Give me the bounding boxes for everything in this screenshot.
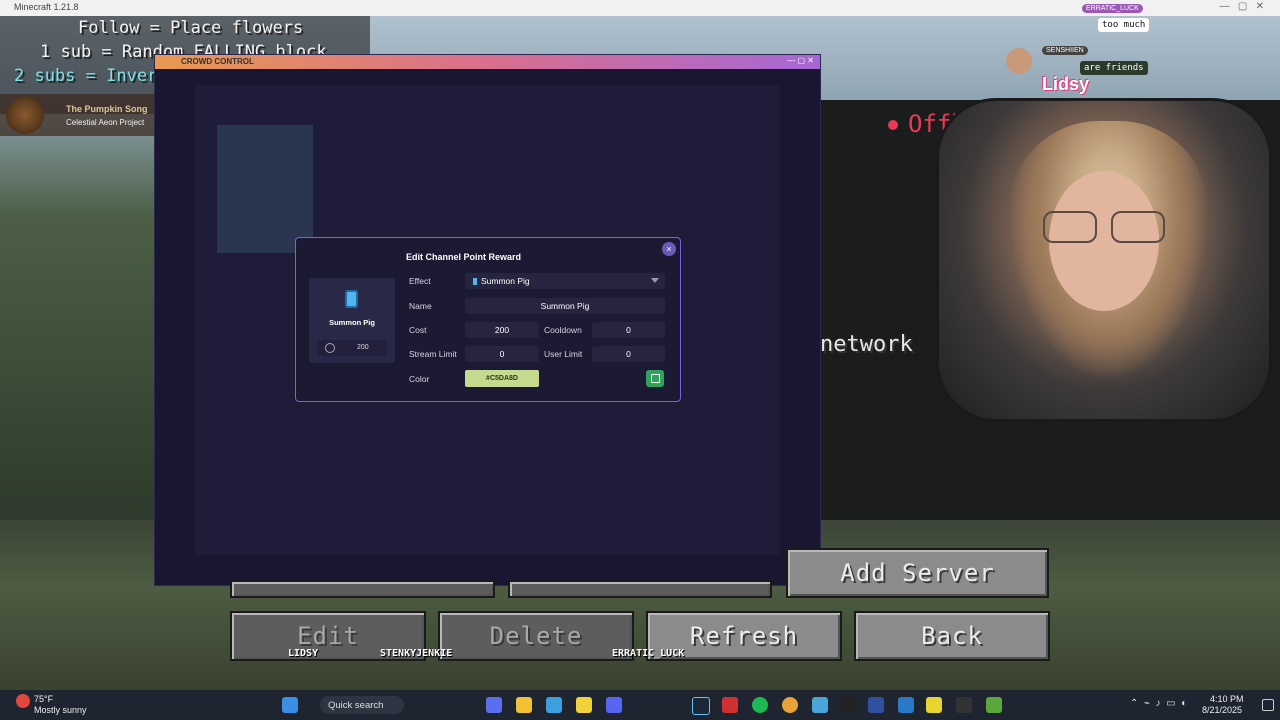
app-icon-red[interactable] <box>722 697 738 713</box>
app-icon-2[interactable] <box>812 697 828 713</box>
hidden-button-1[interactable] <box>230 580 495 598</box>
viewer-tag-1: LIDSY <box>288 648 319 659</box>
cc-window-controls[interactable]: — ▢ ✕ <box>787 56 814 65</box>
now-playing-widget: The Pumpkin Song Celestial Aeon Project <box>0 94 170 136</box>
minecraft-icon[interactable] <box>986 697 1002 713</box>
song-artist: Celestial Aeon Project <box>66 118 145 127</box>
cc-brand: CROWD CONTROL <box>181 57 254 66</box>
stream-limit-input[interactable]: 0 <box>465 346 539 362</box>
modal-title: Edit Channel Point Reward <box>406 252 522 262</box>
status-dot-icon <box>888 120 898 130</box>
effect-icon <box>473 277 477 285</box>
close-icon[interactable]: × <box>662 242 676 256</box>
add-server-button[interactable]: Add Server <box>786 548 1049 598</box>
clock-date: 8/21/2025 <box>1202 705 1243 715</box>
stream-limit-label: Stream Limit <box>409 349 457 359</box>
chevron-down-icon <box>651 278 659 283</box>
delete-button[interactable]: Delete <box>438 611 634 661</box>
save-button[interactable] <box>646 370 664 387</box>
song-title: The Pumpkin Song <box>66 104 148 114</box>
folder-icon[interactable] <box>516 697 532 713</box>
avatar <box>1006 48 1032 74</box>
cc-window-header: CROWD CONTROL — ▢ ✕ <box>155 55 820 69</box>
rule-follow: Follow = Place flowers <box>78 18 304 38</box>
cooldown-input[interactable]: 0 <box>592 322 665 338</box>
reward-preview-name: Summon Pig <box>329 318 375 327</box>
weather-icon[interactable] <box>16 694 30 708</box>
lidsy-logo: Lidsy <box>1042 74 1090 94</box>
reward-preview-card: Summon Pig 200 <box>309 278 395 363</box>
color-label: Color <box>409 374 430 384</box>
spotify-icon[interactable] <box>752 697 768 713</box>
chat-username-2: SENSHIIEN <box>1042 46 1088 55</box>
viewer-tag-3: ERRATIC_LUCK <box>612 648 685 659</box>
effect-value: Summon Pig <box>481 276 530 286</box>
chrome-icon[interactable] <box>782 697 798 713</box>
app-icon-4[interactable] <box>898 697 914 713</box>
window-title: Minecraft 1.21.8 <box>14 2 79 12</box>
effect-select[interactable]: Summon Pig <box>465 273 665 289</box>
minecraft-game-cover <box>217 125 313 253</box>
user-limit-input[interactable]: 0 <box>592 346 665 362</box>
effect-label: Effect <box>409 276 431 286</box>
photos-icon[interactable] <box>546 697 562 713</box>
save-icon <box>650 374 660 383</box>
viewer-tag-2: STENKYJENKIE <box>380 648 453 659</box>
weather-desc: Mostly sunny <box>34 705 87 715</box>
clock-icon <box>325 343 335 353</box>
chat-message-2: are friends <box>1080 61 1148 75</box>
app-icon-1[interactable] <box>486 697 502 713</box>
color-picker-button[interactable]: #C5DA8D <box>465 370 539 387</box>
webcam-feed <box>936 98 1272 422</box>
start-icon[interactable] <box>282 697 298 713</box>
app-icon-g[interactable] <box>840 697 856 713</box>
window-controls[interactable]: — ▢ ✕ <box>1220 1 1265 12</box>
chat-username-1: ERRATIC_LUCK <box>1082 4 1143 13</box>
terminal-icon[interactable] <box>956 697 972 713</box>
windows-taskbar <box>0 690 1280 720</box>
album-art-icon <box>6 96 44 134</box>
cost-input[interactable]: 200 <box>465 322 539 338</box>
network-text: network <box>820 332 913 357</box>
weather-temp: 75°F <box>34 694 54 704</box>
tray-icons[interactable]: ⌃ ⌁ ♪ ▭ ◐ <box>1130 698 1187 709</box>
webcam-glasses <box>1043 211 1165 243</box>
app-icon-5[interactable] <box>926 697 942 713</box>
hidden-button-2[interactable] <box>508 580 772 598</box>
notification-icon[interactable] <box>1262 699 1274 711</box>
back-button[interactable]: Back <box>854 611 1050 661</box>
chat-message-1: too much <box>1098 18 1150 32</box>
reward-preview-cost: 200 <box>317 340 387 356</box>
user-limit-label: User Limit <box>544 349 583 359</box>
notes-icon[interactable] <box>576 697 592 713</box>
reward-preview-cost-value: 200 <box>357 344 369 351</box>
app-icon-3[interactable] <box>868 697 884 713</box>
reward-icon <box>347 292 356 306</box>
name-label: Name <box>409 301 432 311</box>
discord-icon[interactable] <box>606 697 622 713</box>
search-input[interactable]: Quick search <box>320 696 404 714</box>
clock-time: 4:10 PM <box>1210 694 1244 704</box>
steam-icon[interactable] <box>692 697 710 715</box>
cooldown-label: Cooldown <box>544 325 582 335</box>
cost-label: Cost <box>409 325 427 335</box>
edit-reward-modal: Edit Channel Point Reward × Summon Pig 2… <box>295 237 681 402</box>
name-input[interactable]: Summon Pig <box>465 298 665 314</box>
